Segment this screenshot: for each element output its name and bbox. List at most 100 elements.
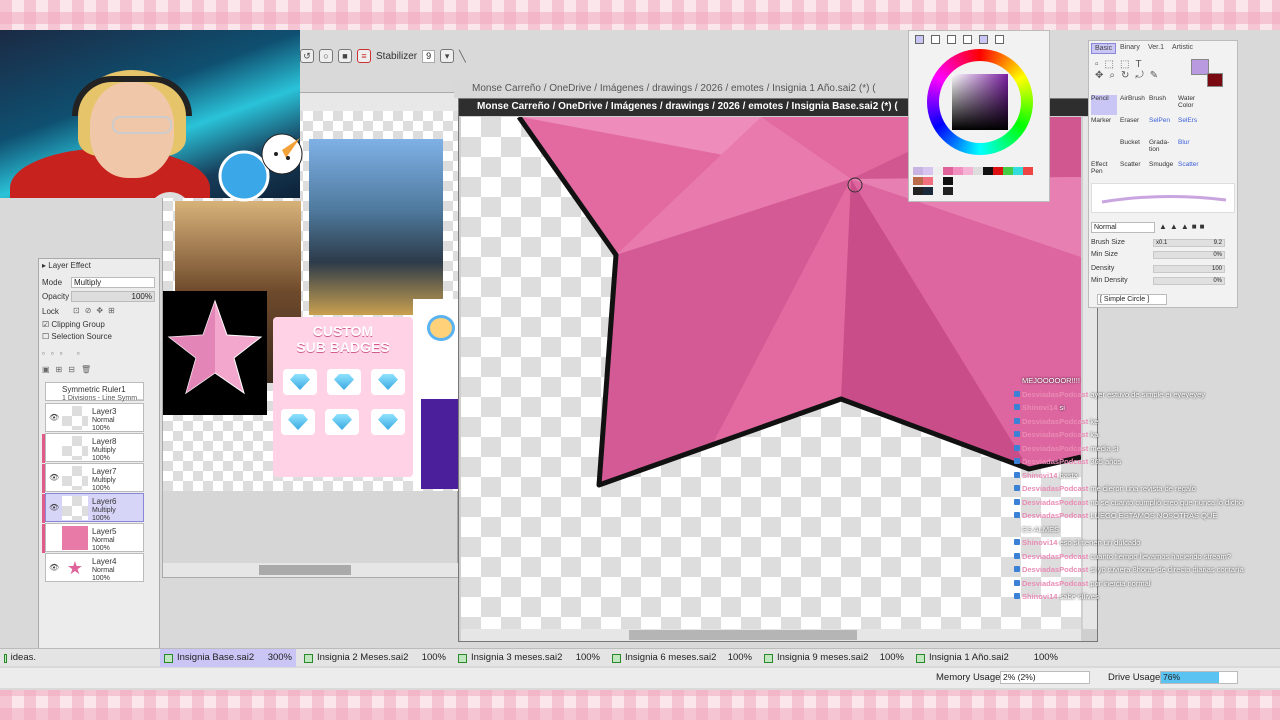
layer-item[interactable]: Layer8 Multiply 100%	[42, 433, 144, 463]
brush-tool-11[interactable]: Blur	[1178, 139, 1204, 159]
chat-message: MEJOOOOOR!!!!	[1022, 376, 1080, 385]
chat-message: DesviadasPodcast ka	[1014, 428, 1274, 442]
drive-usage-bar: 76%	[1160, 671, 1238, 684]
selection-tools-icons[interactable]: ▫⬚⬚T ✥⌕↻⤾✎	[1095, 59, 1185, 93]
layer-item[interactable]: 👁 Layer3 Normal 100%	[45, 403, 144, 432]
chat-message: DesviadasPodcast por inercia normal	[1014, 577, 1274, 591]
rgb-slider-tab-icon[interactable]	[931, 35, 940, 44]
brush-size-slider[interactable]: x0.1 9.2	[1153, 239, 1225, 247]
density-slider[interactable]: 100	[1153, 265, 1225, 273]
brush-tool-9[interactable]: Bucket	[1120, 139, 1146, 159]
brush-shape-icons[interactable]: ▲▲▲■■	[1159, 222, 1207, 231]
layer-panel: ▸ Layer Effect Mode Multiply Opacity 100…	[38, 258, 160, 658]
brush-shape-select[interactable]: [ Simple Circle ]	[1097, 294, 1167, 305]
tab-artistic[interactable]: Artistic	[1169, 43, 1196, 52]
brush-tool-12[interactable]: Effect Pen	[1091, 161, 1117, 181]
background-window-title[interactable]: Monse Carreño / OneDrive / Imágenes / dr…	[454, 80, 914, 98]
file-tab[interactable]: ideas.	[0, 649, 36, 667]
layer-item-selected[interactable]: 👁 Layer6 Multiply 100%	[42, 493, 144, 523]
document-icon	[458, 653, 467, 663]
rotate-left-button[interactable]: ↺	[300, 49, 314, 63]
brush-blend-select[interactable]: Normal	[1091, 222, 1155, 233]
tab-basic[interactable]: Basic	[1091, 43, 1117, 54]
brush-tool-5[interactable]: Eraser	[1120, 117, 1146, 137]
layer-tool-icons-row1[interactable]: ▫▫▫ ▫	[42, 349, 86, 358]
brush-tool-8[interactable]	[1091, 139, 1117, 159]
brush-tool-3[interactable]: Water Color	[1178, 95, 1204, 115]
file-tab[interactable]: Insignia 2 Meses.sai2 100%	[300, 649, 450, 667]
layer-item[interactable]: 👁 Layer7 Multiply 100%	[42, 463, 144, 493]
brush-tool-7[interactable]: SelErs	[1178, 117, 1204, 137]
canvas-toolbar: ↺ ○ ■ ≡ Stabilizer 9 ▾ ╲	[300, 46, 470, 66]
canvas-hscrollbar[interactable]	[461, 629, 1081, 641]
file-tab[interactable]: Insignia 1 Año.sai2 100%	[912, 649, 1062, 667]
secondary-color-swatch[interactable]	[1207, 73, 1223, 87]
brush-tool-2[interactable]: Brush	[1149, 95, 1175, 115]
file-tab[interactable]: Insignia Base.sai2 300%	[160, 649, 296, 667]
color-picker-panel	[908, 30, 1050, 202]
visibility-eye-icon[interactable]: 👁	[49, 504, 59, 512]
density-label: Density	[1091, 265, 1115, 272]
swatch-tab-icon[interactable]	[963, 35, 972, 44]
stop-icon[interactable]: ■	[338, 49, 352, 63]
brush-tool-0[interactable]: Pencil	[1091, 95, 1117, 115]
brush-size-label: Brush Size	[1091, 239, 1125, 246]
lock-icons[interactable]: ⊡⊘✥⊞	[73, 306, 120, 315]
star-thumbnail-icon: ★	[62, 556, 88, 580]
document-tabs: ideas. Insignia Base.sai2 300% Insignia 2 M…	[0, 648, 1280, 667]
tool-panel: Basic Binary Ver.1 Artistic ▫⬚⬚T ✥⌕↻⤾✎ Pe…	[1088, 40, 1238, 308]
reference-star-image	[163, 291, 267, 415]
layer-item[interactable]: 👁 ★ Layer4 Normal 100%	[45, 553, 144, 582]
status-bar: Memory Usage 2% (2%) Drive Usage 76%	[0, 668, 1280, 688]
visibility-eye-icon[interactable]: 👁	[49, 414, 59, 422]
dropdown-arrow-icon[interactable]: ▾	[440, 49, 455, 63]
brush-tool-1[interactable]: AirBrush	[1120, 95, 1146, 115]
brush-tool-13[interactable]: Scatter	[1120, 161, 1146, 181]
visibility-eye-icon[interactable]: 👁	[49, 474, 59, 482]
saturation-value-box[interactable]	[952, 74, 1008, 130]
chat-message: DesviadasPodcast 365 años	[1014, 455, 1274, 469]
stabilizer-select[interactable]: 9	[422, 49, 436, 63]
layer-effect-header[interactable]: ▸ Layer Effect	[42, 261, 91, 270]
sub-badges-reference: CUSTOM SUB BADGES	[273, 317, 413, 477]
drive-usage-label: Drive Usage	[1108, 672, 1161, 683]
flip-button[interactable]: ≡	[357, 49, 371, 63]
rotate-reset-button[interactable]: ○	[319, 49, 333, 63]
min-density-slider[interactable]: 0%	[1153, 277, 1225, 285]
symmetric-ruler-layer[interactable]: Symmetric Ruler1 1 Divisions - Line Symm.…	[45, 382, 144, 402]
chat-message: Shinovi14 basta	[1014, 469, 1274, 483]
heart-icon	[427, 315, 455, 341]
clipping-group-checkbox[interactable]: ☑ Clipping Group	[42, 320, 105, 329]
layer-tool-icons-row2[interactable]: ▣⊞⊟🗑	[42, 365, 97, 374]
layer-item[interactable]: Layer5 Normal 100%	[42, 523, 144, 553]
brush-tool-grid: Pencil AirBrush Brush Water Color Marker Erase…	[1089, 95, 1219, 179]
document-icon	[164, 653, 173, 663]
reference-hscrollbar[interactable]	[163, 563, 459, 577]
file-tab[interactable]: Insignia 3 meses.sai2 100%	[454, 649, 604, 667]
chat-message: DesviadasPodcast ayer estuvo de simple e…	[1014, 388, 1274, 402]
hsv-slider-tab-icon[interactable]	[947, 35, 956, 44]
tab-ver1[interactable]: Ver.1	[1145, 43, 1167, 52]
chat-message: Shinovi14 eso si tienen un dulcado	[1014, 536, 1274, 550]
brush-tool-6[interactable]: SelPen	[1149, 117, 1175, 137]
brush-tool-14[interactable]: Smudge	[1149, 161, 1175, 181]
pen-tilt-icon[interactable]: ╲	[459, 50, 466, 63]
document-icon	[4, 653, 7, 663]
brush-tool-15[interactable]: Scatter	[1178, 161, 1204, 181]
blend-mode-select[interactable]: Multiply	[71, 277, 155, 288]
brush-tool-10[interactable]: Grada-tion	[1149, 139, 1175, 159]
selection-source-checkbox[interactable]: ☐ Selection Source	[42, 332, 112, 341]
visibility-eye-icon[interactable]: 👁	[49, 564, 59, 572]
chat-message: Shinovi14 si	[1014, 401, 1274, 415]
brush-stroke-preview	[1091, 183, 1235, 213]
file-tab[interactable]: Insignia 9 meses.sai2 100%	[760, 649, 908, 667]
settings-tab-icon[interactable]	[995, 35, 1004, 44]
tab-binary[interactable]: Binary	[1117, 43, 1143, 52]
brush-tool-4[interactable]: Marker	[1091, 117, 1117, 137]
color-wheel-tab-icon[interactable]	[915, 35, 924, 44]
color-swatches[interactable]	[913, 167, 1047, 199]
scratch-tab-icon[interactable]	[979, 35, 988, 44]
min-size-slider[interactable]: 0%	[1153, 251, 1225, 259]
file-tab[interactable]: Insignia 6 meses.sai2 100%	[608, 649, 756, 667]
opacity-slider[interactable]: 100%	[71, 291, 155, 302]
